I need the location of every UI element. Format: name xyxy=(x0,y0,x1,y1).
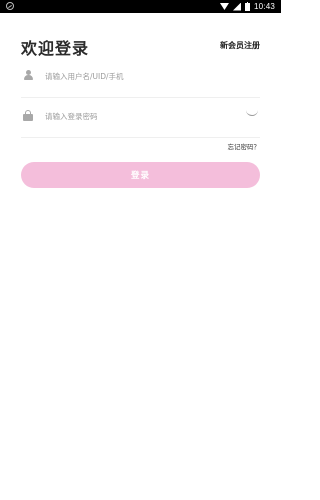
forgot-password-link[interactable]: 忘记密码？ xyxy=(228,141,261,151)
signal-icon xyxy=(232,2,241,11)
login-button[interactable]: 登录 xyxy=(21,162,260,188)
username-input[interactable] xyxy=(45,68,245,84)
status-time: 10:43 xyxy=(253,2,275,11)
register-link[interactable]: 新会员注册 xyxy=(220,40,260,51)
wifi-icon xyxy=(219,3,229,10)
battery-icon xyxy=(244,1,250,11)
password-divider xyxy=(21,137,260,138)
password-field[interactable] xyxy=(21,98,260,138)
password-input[interactable] xyxy=(45,108,245,124)
status-icons: 10:43 xyxy=(219,0,275,13)
status-bar: 10:43 xyxy=(0,0,281,13)
page-title: 欢迎登录 xyxy=(21,39,90,58)
username-field[interactable] xyxy=(21,58,260,98)
sync-icon xyxy=(6,2,14,10)
eye-closed-icon[interactable] xyxy=(246,110,258,116)
lock-icon xyxy=(23,110,33,121)
user-icon xyxy=(23,70,33,80)
